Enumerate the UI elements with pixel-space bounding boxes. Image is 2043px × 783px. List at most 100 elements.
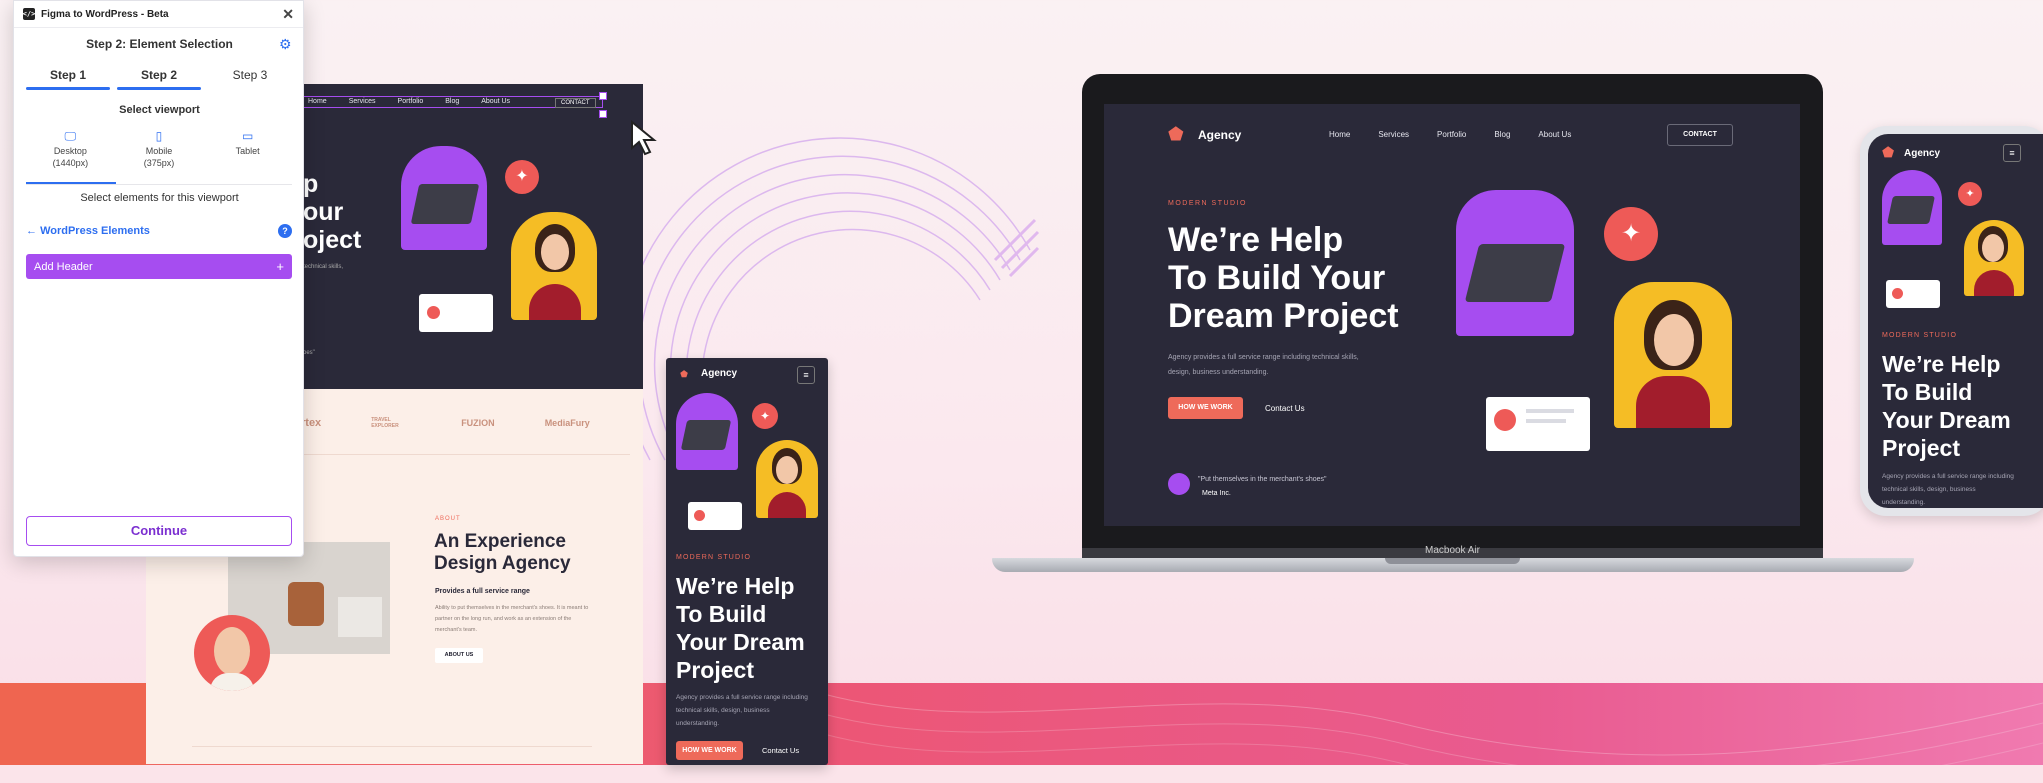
contact-us-link[interactable]: Contact Us [1265,404,1305,413]
arrow-left-icon: ← [26,225,41,237]
mobile-headline: We’re Help To Build Your Dream Project [676,573,805,683]
add-header-button[interactable]: Add Header + [26,254,292,279]
laptop-illustration [410,184,480,224]
mobile-icon: ▯ [155,129,163,143]
about-eyebrow: ABOUT [435,516,461,522]
card-avatar-dot [427,306,440,319]
partial-quote: oes" [303,350,315,356]
phone-headline: We’re Help To Build Your Dream Project [1882,351,2011,461]
select-elements-text: Select elements for this viewport [80,192,239,204]
how-we-work-button[interactable]: HOW WE WORK [1168,397,1243,419]
brand-logo-icon: ⬟ [1882,144,1895,160]
about-title: An Experience Design Agency [434,531,571,574]
sparkle-icon: ✦ [1958,182,1982,206]
about-us-button[interactable]: ABOUT US [435,648,483,663]
plugin-logo-icon: </> [22,8,36,20]
selection-handle[interactable] [599,110,607,118]
person-face [1982,234,2004,262]
sparkle-icon: ✦ [1604,207,1658,261]
laptop-illustration [1887,196,1935,224]
logo-mediafury: MediaFury [544,418,590,428]
nav-services[interactable]: Services [1378,130,1409,139]
selection-handle[interactable] [599,92,607,100]
ui-card-illustration [419,294,493,332]
how-we-work-button[interactable]: HOW WE WORK [676,741,743,760]
ui-card-illustration [688,502,742,530]
phone-screen: ⬟ Agency ≡ ✦ MODERN STUDIO We’re Help To … [1868,134,2043,508]
hamburger-icon[interactable]: ≡ [797,366,815,384]
nav-portfolio[interactable]: Portfolio [398,98,424,105]
nav-home[interactable]: Home [308,98,327,105]
viewport-tablet[interactable]: ▭ Tablet [206,130,290,169]
team-avatar-circle [194,615,270,691]
mouse-cursor-icon [631,120,657,156]
tablet-icon: ▭ [241,129,254,143]
plugin-title: Figma to WordPress - Beta [41,8,169,20]
hamburger-icon[interactable]: ≡ [2003,144,2021,162]
laptop-illustration [680,420,732,450]
brand-name: Agency [701,368,738,379]
ui-card-illustration [1486,397,1590,451]
laptop-notch [1385,558,1520,564]
background-bottom-strip [0,765,2043,783]
continue-button[interactable]: Continue [26,516,292,546]
viewport-desktop[interactable]: 🖵 Desktop (1440px) [28,130,112,169]
hero-description: Agency provides a full service range inc… [1168,354,1359,376]
divider [300,454,630,455]
gear-icon[interactable]: ⚙ [279,36,292,53]
laptop-illustration [1464,244,1566,302]
desktop-preview-hero: Home Services Portfolio Blog About Us CO… [303,84,643,389]
contact-button[interactable]: CONTACT [1667,124,1733,146]
contact-us-link[interactable]: Contact Us [762,746,799,755]
viewport-mobile[interactable]: ▯ Mobile (375px) [117,130,201,169]
nav-blog[interactable]: Blog [445,98,459,105]
plus-icon: + [276,259,284,274]
nav-home[interactable]: Home [1329,130,1350,139]
logo-travel-explorer: TRAVEL EXPLORER [371,417,399,429]
quote-author: Meta Inc. [1202,490,1231,497]
step-tabs: Step 1 Step 2 Step 3 [26,68,292,90]
nav-portfolio[interactable]: Portfolio [1437,130,1466,139]
help-icon[interactable]: ? [278,224,292,238]
divider [26,184,292,185]
chair-illustration [288,582,324,626]
desktop-icon: 🖵 [64,129,77,143]
tab-step-1[interactable]: Step 1 [26,68,110,90]
mobile-description: Agency provides a full service range inc… [676,694,808,727]
plugin-titlebar: </> Figma to WordPress - Beta ✕ [14,1,303,28]
person-shirt [1636,376,1710,428]
sparkle-icon: ✦ [752,403,778,429]
tab-step-3[interactable]: Step 3 [208,68,292,90]
card-line [1526,419,1566,423]
logo-rtex: rtex [301,417,322,429]
left-accent-block [0,683,146,765]
viewport-options: 🖵 Desktop (1440px) ▯ Mobile (375px) ▭ Tabl… [26,130,292,169]
contact-button[interactable]: CONTACT [555,98,596,108]
step-2-progress-bar [117,87,201,90]
nav-services[interactable]: Services [349,98,376,105]
eyebrow: MODERN STUDIO [676,554,752,561]
avatar-shirt [210,673,254,691]
nav-blog[interactable]: Blog [1494,130,1510,139]
card-line [1526,409,1574,413]
laptop-screen: ⬟ Agency Home Services Portfolio Blog Ab… [1104,104,1800,526]
nav-about[interactable]: About Us [1538,130,1571,139]
close-icon[interactable]: ✕ [282,6,294,23]
eyebrow: MODERN STUDIO [1168,200,1247,207]
about-subtitle: Provides a full service range [435,588,530,595]
quote-text: "Put themselves in the merchant's shoes" [1198,476,1327,483]
tab-step-2[interactable]: Step 2 [117,68,201,90]
logo-fuzion: FUZION [461,418,495,428]
ui-card-illustration [1886,280,1940,308]
brand-name: Agency [1198,128,1242,142]
partial-description: technical skills, [303,264,344,270]
person-face [541,234,569,270]
eyebrow: MODERN STUDIO [1882,332,1958,339]
nav-links: Home Services Portfolio Blog About Us [1329,130,1571,139]
cabinet-illustration [338,597,382,637]
brand-name: Agency [1904,148,1941,159]
wordpress-elements-back-link[interactable]: ← WordPress Elements [26,225,150,237]
nav-about[interactable]: About Us [481,98,510,105]
person-face [776,456,798,484]
mobile-preview: ⬟ Agency ≡ ✦ MODERN STUDIO We’re Help To … [666,358,828,765]
